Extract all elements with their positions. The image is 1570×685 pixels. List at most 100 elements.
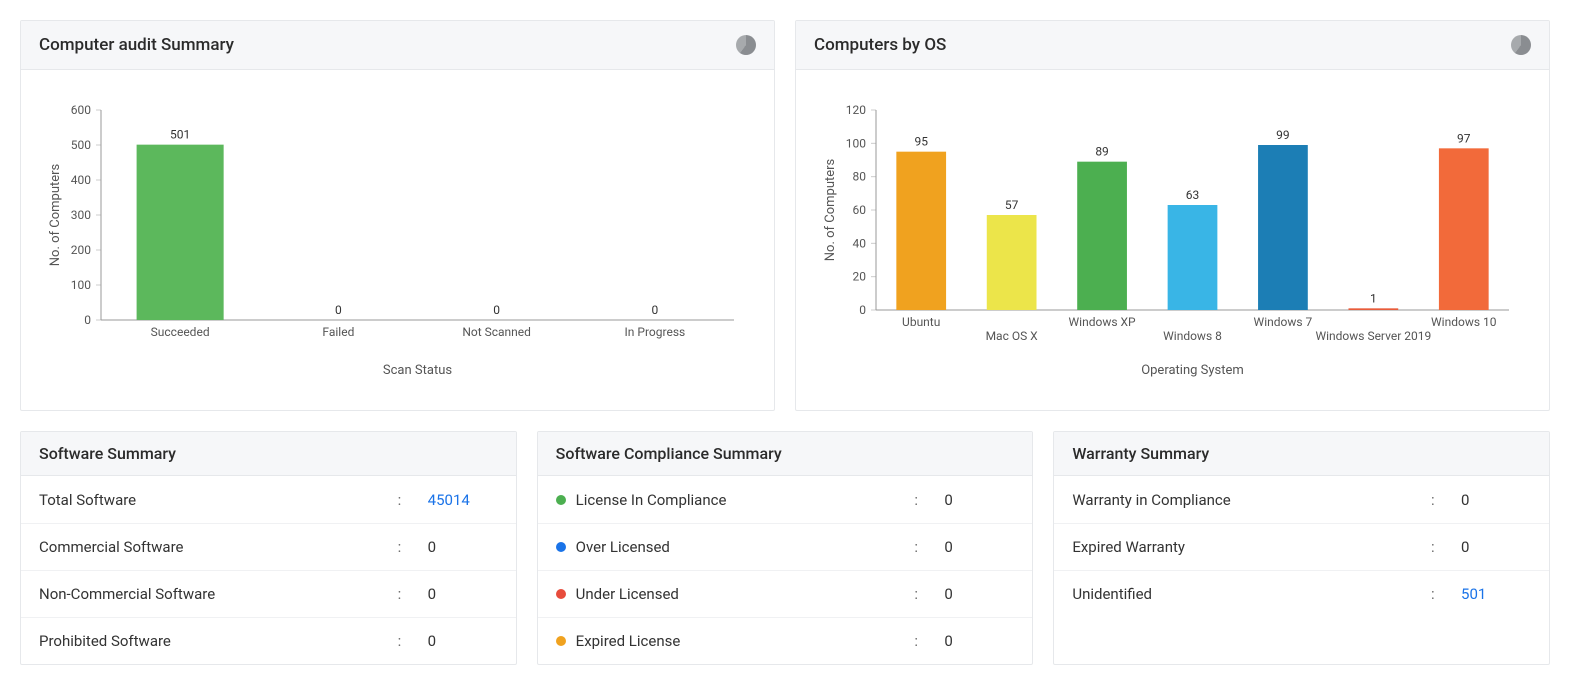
summary-label: License In Compliance <box>576 491 915 509</box>
svg-text:0: 0 <box>493 303 500 317</box>
summary-row: Expired Warranty:0 <box>1054 523 1549 570</box>
summary-colon: : <box>1431 538 1461 556</box>
svg-text:Not Scanned: Not Scanned <box>462 325 531 339</box>
summary-value: 0 <box>944 491 1014 509</box>
summary-colon: : <box>398 538 428 556</box>
audit-bar-chart: 0100200300400500600501Succeeded0Failed0N… <box>41 90 754 380</box>
pie-chart-icon[interactable] <box>736 35 756 55</box>
status-dot-icon <box>556 589 566 599</box>
summary-label: Over Licensed <box>576 538 915 556</box>
summary-label: Prohibited Software <box>39 632 398 650</box>
svg-text:In Progress: In Progress <box>625 325 686 339</box>
svg-text:Succeeded: Succeeded <box>151 325 210 339</box>
summary-label: Warranty in Compliance <box>1072 491 1431 509</box>
software-summary-header: Software Summary <box>21 432 516 476</box>
svg-text:120: 120 <box>846 103 866 117</box>
status-dot-icon <box>556 636 566 646</box>
summary-row: Prohibited Software:0 <box>21 617 516 664</box>
svg-text:1: 1 <box>1370 291 1377 305</box>
summary-value[interactable]: 45014 <box>428 491 498 509</box>
summary-label: Expired License <box>576 632 915 650</box>
summary-colon: : <box>914 585 944 603</box>
summary-row: Commercial Software:0 <box>21 523 516 570</box>
bottom-summary-row: Software Summary Total Software:45014Com… <box>20 431 1550 665</box>
compliance-summary-title: Software Compliance Summary <box>556 444 782 463</box>
audit-card-header: Computer audit Summary <box>21 21 774 70</box>
summary-row: License In Compliance:0 <box>538 476 1033 523</box>
summary-label: Under Licensed <box>576 585 915 603</box>
summary-colon: : <box>1431 585 1461 603</box>
summary-colon: : <box>914 538 944 556</box>
top-charts-row: Computer audit Summary 01002003004005006… <box>20 20 1550 411</box>
summary-value: 0 <box>944 538 1014 556</box>
summary-colon: : <box>398 632 428 650</box>
svg-text:Windows Server 2019: Windows Server 2019 <box>1315 329 1431 343</box>
svg-text:100: 100 <box>846 136 866 150</box>
compliance-summary-header: Software Compliance Summary <box>538 432 1033 476</box>
svg-text:57: 57 <box>1005 198 1019 212</box>
svg-text:60: 60 <box>853 203 867 217</box>
summary-colon: : <box>398 585 428 603</box>
svg-text:600: 600 <box>71 103 91 117</box>
software-summary-body: Total Software:45014Commercial Software:… <box>21 476 516 664</box>
summary-row: Over Licensed:0 <box>538 523 1033 570</box>
audit-chart-body: 0100200300400500600501Succeeded0Failed0N… <box>21 70 774 410</box>
svg-text:40: 40 <box>853 236 867 250</box>
summary-row: Under Licensed:0 <box>538 570 1033 617</box>
svg-text:400: 400 <box>71 173 91 187</box>
svg-text:89: 89 <box>1095 145 1109 159</box>
svg-text:0: 0 <box>859 303 866 317</box>
svg-text:500: 500 <box>71 138 91 152</box>
summary-colon: : <box>1431 491 1461 509</box>
svg-text:97: 97 <box>1457 131 1471 145</box>
svg-text:300: 300 <box>71 208 91 222</box>
os-chart-body: 0 20 40 60 80 100 120 95 Ubuntu 57 Mac OS X 89 Windo… <box>796 70 1549 410</box>
summary-row: Expired License:0 <box>538 617 1033 664</box>
os-card-title: Computers by OS <box>814 35 946 55</box>
svg-text:80: 80 <box>853 170 867 184</box>
summary-label: Expired Warranty <box>1072 538 1431 556</box>
summary-value: 0 <box>428 632 498 650</box>
svg-text:200: 200 <box>71 243 91 257</box>
summary-row: Unidentified:501 <box>1054 570 1549 617</box>
svg-text:Mac OS X: Mac OS X <box>986 329 1039 343</box>
summary-value: 0 <box>1461 491 1531 509</box>
summary-label: Total Software <box>39 491 398 509</box>
summary-row: Non-Commercial Software:0 <box>21 570 516 617</box>
status-dot-icon <box>556 495 566 505</box>
svg-text:Windows 10: Windows 10 <box>1431 315 1497 329</box>
compliance-summary-card: Software Compliance Summary License In C… <box>537 431 1034 665</box>
svg-text:95: 95 <box>914 135 928 149</box>
summary-value: 0 <box>428 538 498 556</box>
summary-colon: : <box>398 491 428 509</box>
pie-chart-icon[interactable] <box>1511 35 1531 55</box>
svg-text:No. of Computers: No. of Computers <box>48 163 63 266</box>
summary-label: Commercial Software <box>39 538 398 556</box>
summary-row: Total Software:45014 <box>21 476 516 523</box>
svg-text:Failed: Failed <box>322 325 354 339</box>
warranty-summary-header: Warranty Summary <box>1054 432 1549 476</box>
svg-text:0: 0 <box>335 303 342 317</box>
summary-label: Non-Commercial Software <box>39 585 398 603</box>
svg-text:0: 0 <box>652 303 659 317</box>
svg-text:20: 20 <box>853 270 867 284</box>
os-summary-card: Computers by OS 0 20 40 60 80 100 120 95 Ubuntu 5… <box>795 20 1550 411</box>
svg-text:0: 0 <box>84 313 91 327</box>
os-bar-chart: 0 20 40 60 80 100 120 95 Ubuntu 57 Mac OS X 89 Windo… <box>816 90 1529 380</box>
svg-text:Windows 8: Windows 8 <box>1163 329 1222 343</box>
summary-colon: : <box>914 632 944 650</box>
summary-value[interactable]: 501 <box>1461 585 1531 603</box>
audit-summary-card: Computer audit Summary 01002003004005006… <box>20 20 775 411</box>
compliance-summary-body: License In Compliance:0Over Licensed:0Un… <box>538 476 1033 664</box>
svg-text:99: 99 <box>1276 128 1290 142</box>
summary-label: Unidentified <box>1072 585 1431 603</box>
summary-colon: : <box>914 491 944 509</box>
svg-text:501: 501 <box>170 128 190 142</box>
software-summary-card: Software Summary Total Software:45014Com… <box>20 431 517 665</box>
warranty-summary-title: Warranty Summary <box>1072 444 1209 463</box>
summary-value: 0 <box>428 585 498 603</box>
svg-text:No. of Computers: No. of Computers <box>823 158 838 261</box>
os-card-header: Computers by OS <box>796 21 1549 70</box>
summary-value: 0 <box>944 585 1014 603</box>
svg-text:Ubuntu: Ubuntu <box>902 315 940 329</box>
